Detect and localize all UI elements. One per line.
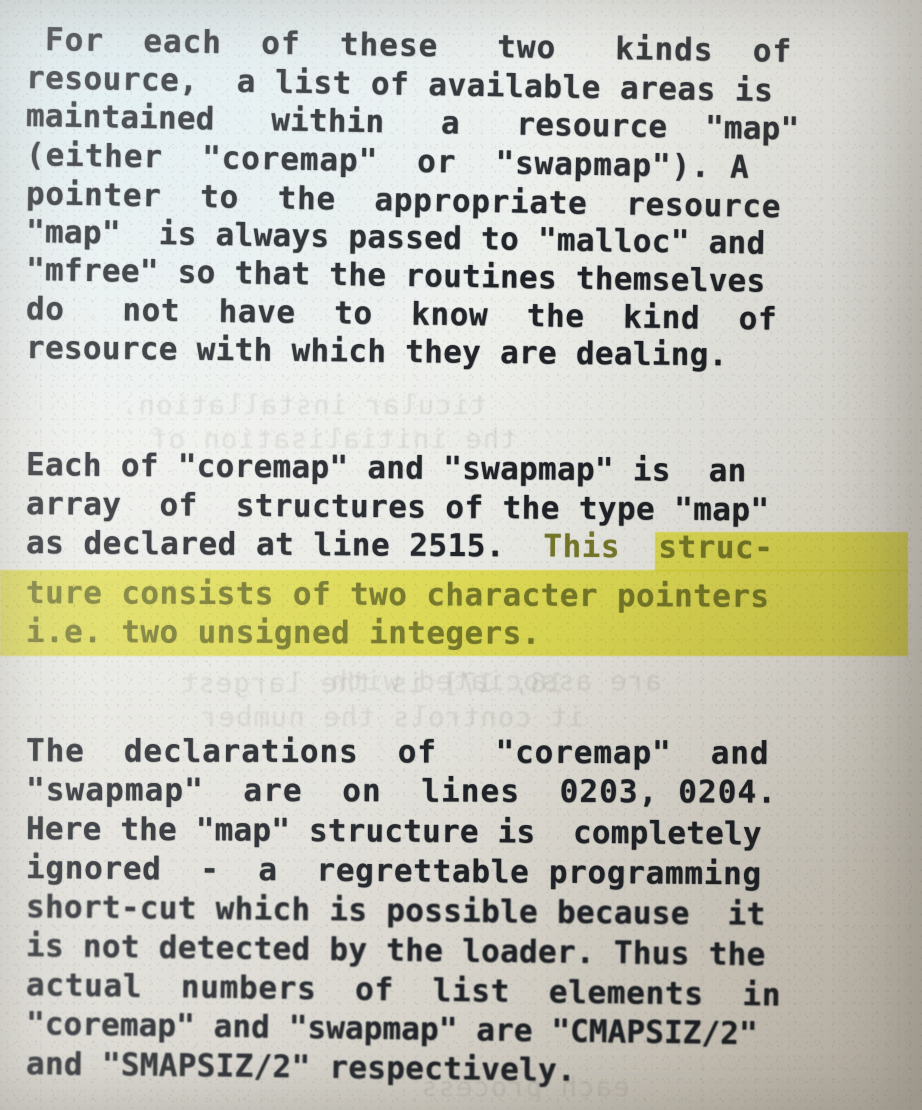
scanned-page: ticular installation. the initialisation… <box>0 0 922 1110</box>
scan-vignette <box>0 0 922 1110</box>
